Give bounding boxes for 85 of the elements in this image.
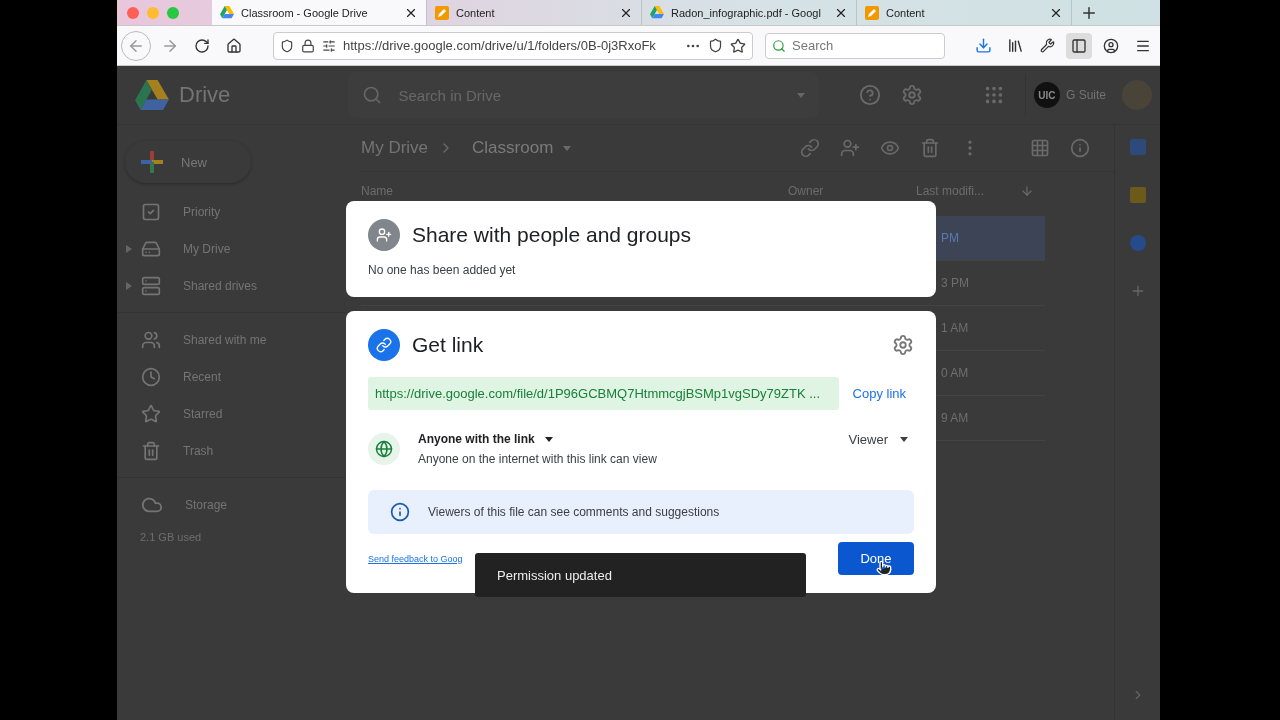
sidebar-item[interactable]: My Drive [117, 230, 345, 267]
trash-icon [141, 440, 161, 461]
info-icon [390, 502, 410, 522]
sidebar-toggle-button[interactable] [1066, 32, 1092, 59]
account-icon[interactable] [1103, 37, 1119, 54]
pencil-square-icon [435, 5, 449, 20]
window-control-button[interactable] [167, 6, 179, 19]
home-icon[interactable] [226, 37, 242, 54]
wrench-icon[interactable] [1039, 38, 1055, 53]
lock-icon[interactable] [301, 38, 315, 53]
trash-icon[interactable] [920, 138, 940, 158]
suite-label: G Suite [1065, 88, 1106, 102]
expand-arrow-icon[interactable] [126, 281, 132, 290]
caret-icon[interactable] [563, 145, 572, 151]
add-person-icon [368, 219, 400, 251]
copy-link[interactable]: Copy link [852, 386, 914, 401]
settings-icon[interactable] [892, 334, 914, 356]
new-button[interactable]: New [125, 141, 251, 183]
sliders-icon[interactable] [322, 38, 336, 53]
add-person-icon[interactable] [840, 138, 860, 158]
sort-arrow-icon[interactable] [1020, 184, 1034, 198]
search-icon[interactable] [362, 85, 383, 105]
sidebar-item[interactable]: Shared with me [117, 312, 345, 358]
info-banner: Viewers of this file can see comments and suggestions [368, 490, 914, 534]
eye-icon[interactable] [880, 138, 900, 158]
caret-icon [900, 436, 908, 442]
organization-badge: UIC [1033, 82, 1060, 108]
grid-view-icon[interactable] [1030, 138, 1050, 158]
address-field[interactable]: https://drive.google.com/drive/u/1/folders/0B-0j3RxoFk [273, 31, 753, 60]
sidebar-item[interactable]: Trash [117, 432, 345, 469]
link-icon [368, 329, 400, 361]
sidebar-item[interactable]: Storage [117, 477, 345, 523]
card-title: Share with people and groups [412, 223, 692, 247]
checkbox-icon [141, 201, 161, 222]
pencil-square-icon [865, 5, 879, 20]
download-icon[interactable] [974, 37, 992, 54]
breadcrumb-link[interactable]: My Drive [361, 138, 429, 158]
browser-tab[interactable]: Content [857, 0, 1072, 25]
search-icon[interactable] [772, 38, 786, 53]
sidebar-item[interactable]: Starred [117, 395, 345, 432]
star-icon[interactable] [730, 37, 746, 54]
access-dropdown[interactable]: Anyone with the link [418, 432, 825, 446]
plus-icon [141, 151, 163, 173]
people-icon [141, 329, 161, 350]
breadcrumb-current[interactable]: Classroom [472, 138, 554, 158]
drive-logo-icon [220, 6, 234, 19]
browser-tab[interactable]: Radon_infographic.pdf - Googl [642, 0, 857, 25]
feedback-link[interactable]: Send feedback to Goog [368, 553, 463, 564]
access-description: Anyone on the internet with this link can view [418, 452, 658, 466]
app-name: Drive [179, 82, 231, 108]
done-button[interactable]: Done [838, 542, 914, 575]
link-field[interactable]: https://drive.google.com/file/d/1P96GCBMQ7HtmmcgjBSMp1vgSDy79ZTK ... [368, 377, 839, 410]
permission-toast: Permission updated [475, 553, 806, 597]
clock-icon [141, 366, 161, 387]
calendar-icon[interactable] [1129, 139, 1146, 155]
expand-arrow-icon[interactable] [126, 244, 132, 253]
help-icon[interactable] [858, 84, 881, 106]
info-icon[interactable] [1070, 138, 1090, 158]
tasks-icon[interactable] [1129, 235, 1146, 251]
drive-logo-icon [650, 6, 664, 19]
role-dropdown[interactable]: Viewer [842, 430, 914, 448]
star-icon [141, 403, 161, 424]
window-control-button[interactable] [127, 6, 139, 19]
server-icon [141, 275, 161, 296]
sidebar-item[interactable]: Shared drives [117, 267, 345, 304]
search-field[interactable]: Search [765, 32, 945, 59]
window-control-button[interactable] [147, 6, 159, 19]
sidebar-item[interactable]: Recent [117, 358, 345, 395]
link-icon[interactable] [800, 138, 820, 158]
card-title: Get link [412, 333, 484, 357]
settings-icon[interactable] [900, 84, 923, 106]
shield-icon[interactable] [280, 38, 294, 53]
sidebar-icon [1071, 37, 1087, 54]
sidebar-item[interactable]: Priority [117, 193, 345, 230]
drive-logo-icon [135, 80, 169, 110]
keep-note-icon[interactable] [1129, 187, 1146, 203]
shield-icon[interactable] [708, 38, 723, 53]
caret-icon[interactable] [796, 92, 805, 98]
browser-tab[interactable]: Content [427, 0, 642, 25]
library-icon[interactable] [1006, 37, 1024, 54]
caret-icon [544, 436, 553, 442]
card-subtitle: No one has been added yet [368, 263, 517, 277]
reload-icon[interactable] [194, 37, 210, 54]
browser-tab[interactable]: Classroom - Google Drive [212, 0, 427, 25]
globe-icon [368, 433, 400, 465]
